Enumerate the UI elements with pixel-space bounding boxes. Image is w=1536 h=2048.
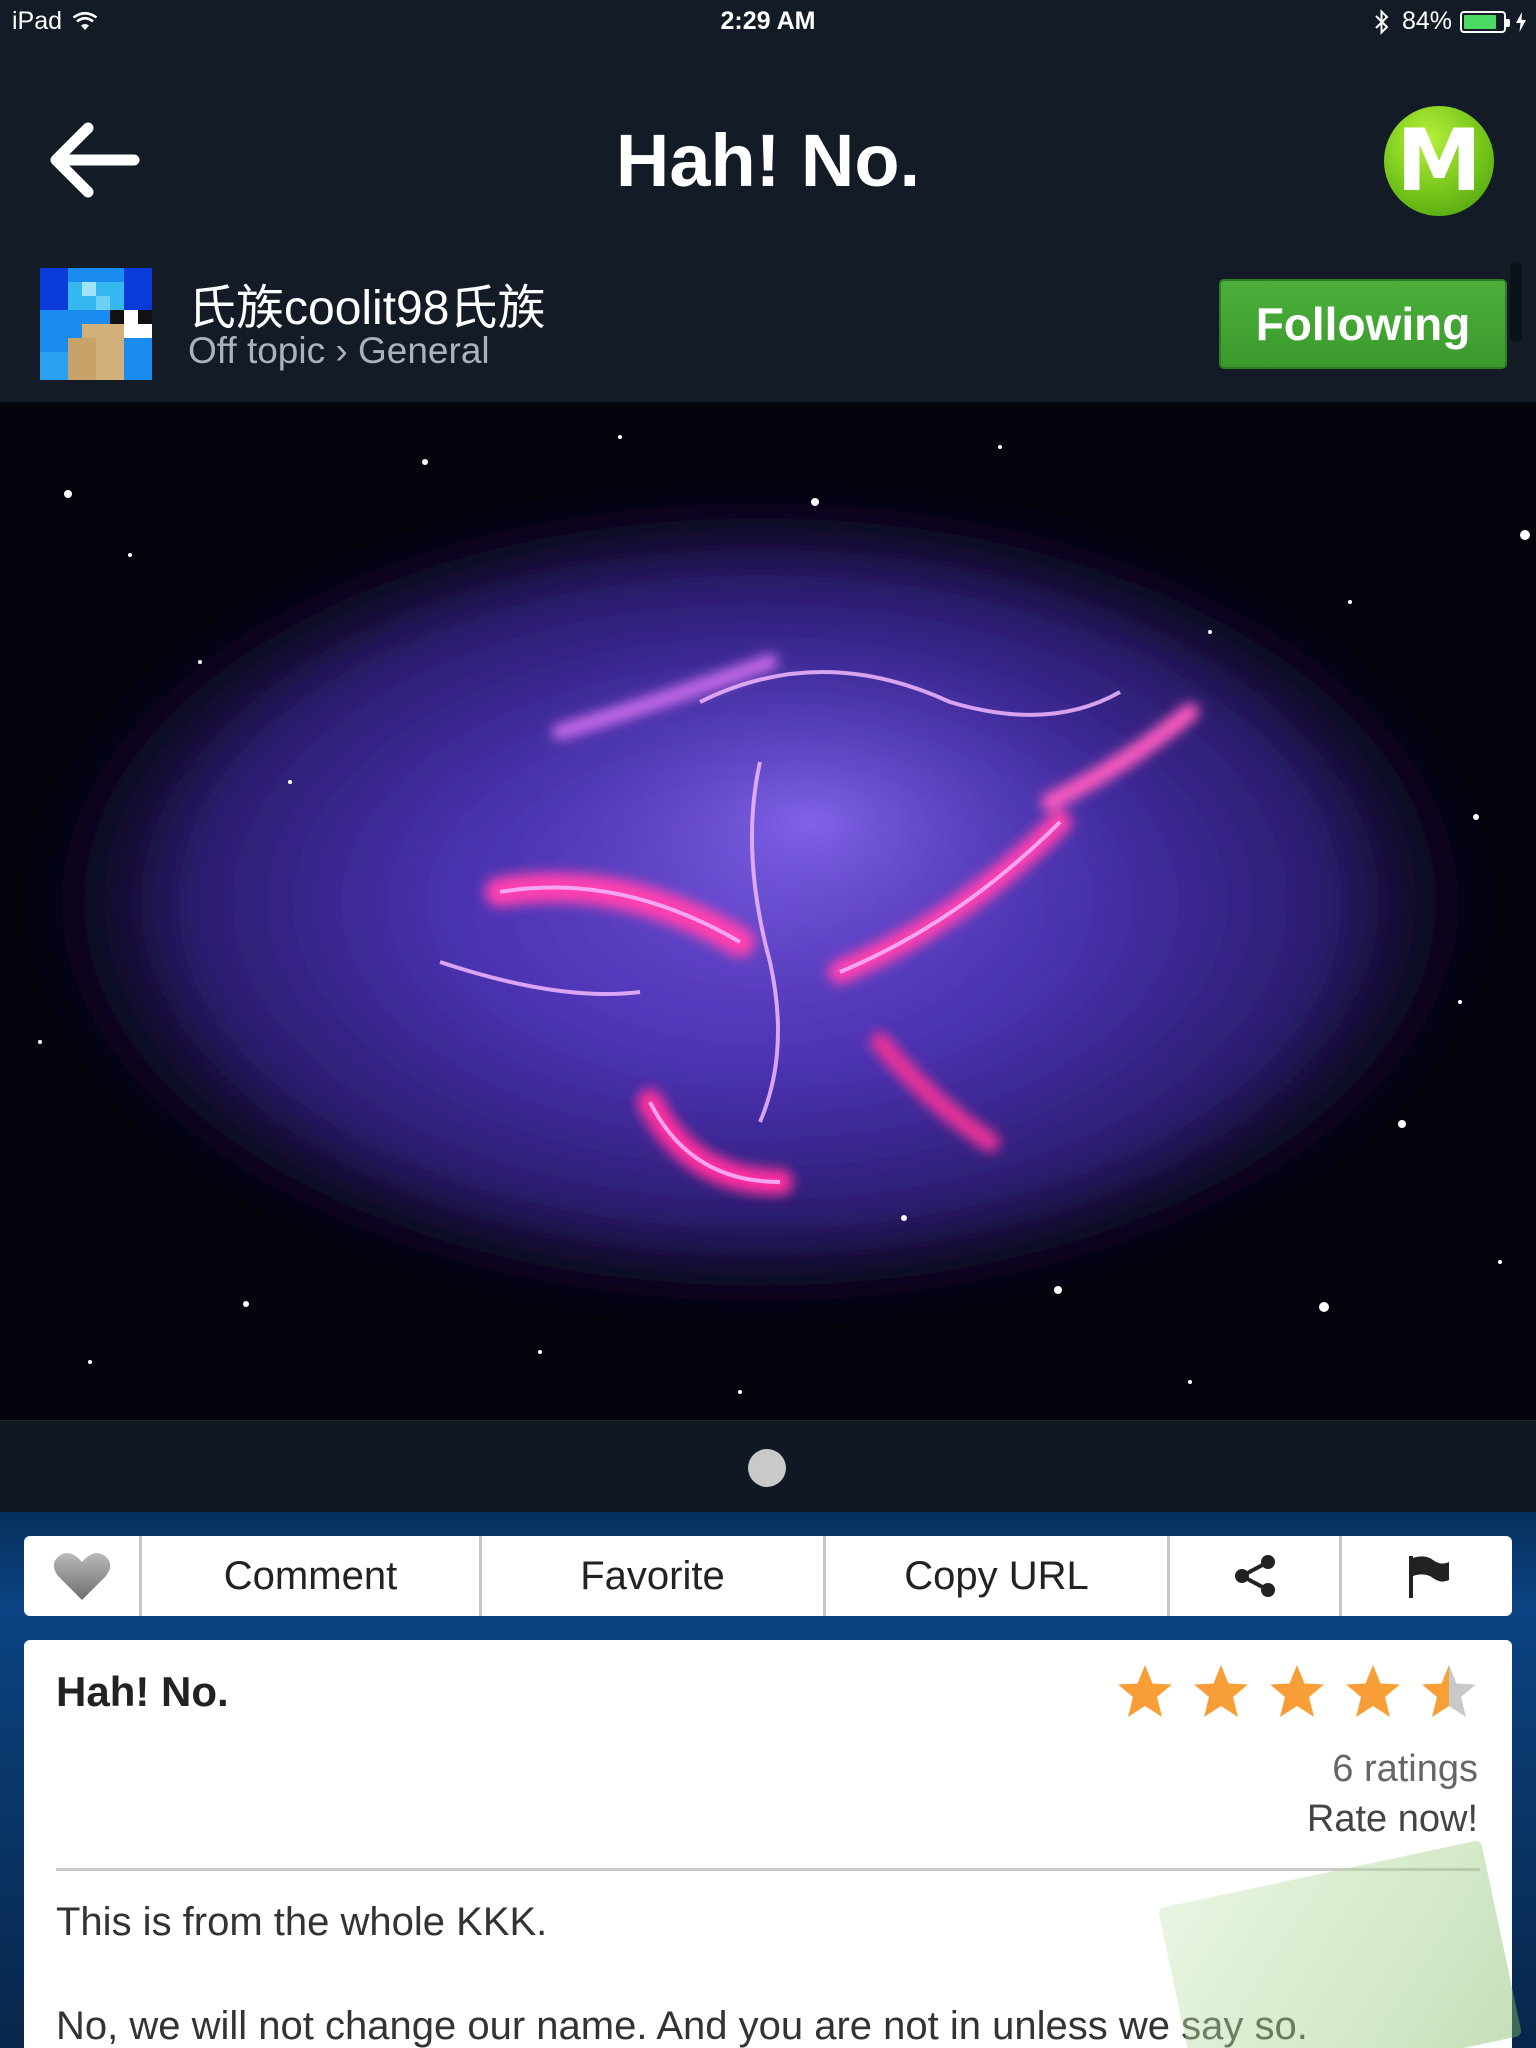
app-logo[interactable]: M	[1384, 106, 1494, 216]
star-icon[interactable]	[1114, 1662, 1176, 1724]
divider	[56, 1868, 1480, 1871]
star-icon[interactable]	[1190, 1662, 1252, 1724]
post-details: Comment Favorite Copy URL Hah! No. 6 rat…	[0, 1512, 1536, 2048]
image-pager	[0, 1420, 1536, 1512]
heart-icon	[53, 1553, 110, 1600]
star-icon[interactable]	[1266, 1662, 1328, 1724]
report-button[interactable]	[1342, 1536, 1512, 1616]
status-bar: iPad 2:29 AM 84%	[0, 0, 1536, 40]
star-icon[interactable]	[1418, 1662, 1480, 1724]
nebula-image	[0, 402, 1536, 1420]
post-image[interactable]	[0, 402, 1536, 1420]
ratings-count: 6 ratings	[1332, 1748, 1478, 1790]
comment-button[interactable]: Comment	[142, 1536, 482, 1616]
nav-bar: Hah! No. M	[0, 40, 1536, 250]
favorite-button[interactable]: Favorite	[482, 1536, 826, 1616]
avatar[interactable]	[40, 268, 152, 380]
post-title: Hah! No.	[56, 1668, 229, 1715]
copy-url-button[interactable]: Copy URL	[826, 1536, 1170, 1616]
share-icon	[1234, 1555, 1275, 1597]
battery-icon	[1460, 10, 1510, 33]
category-breadcrumb[interactable]: Off topic › General	[188, 330, 490, 372]
star-icon[interactable]	[1342, 1662, 1404, 1724]
like-button[interactable]	[24, 1536, 142, 1616]
flag-icon	[1409, 1556, 1449, 1598]
author-row: 氏族coolit98氏族 Off topic › General Followi…	[0, 250, 1536, 402]
rate-now-link[interactable]: Rate now!	[1307, 1798, 1478, 1841]
pager-dot-active[interactable]	[748, 1449, 786, 1487]
share-button[interactable]	[1170, 1536, 1342, 1616]
page-title: Hah! No.	[615, 119, 921, 202]
action-bar: Comment Favorite Copy URL	[24, 1536, 1512, 1616]
scrollbar[interactable]	[1510, 262, 1522, 342]
star-rating[interactable]	[1100, 1662, 1480, 1724]
following-button[interactable]: Following	[1219, 279, 1507, 369]
battery-percent: 84%	[1401, 7, 1452, 35]
battery-fill	[1464, 14, 1496, 29]
logo-letter: M	[1396, 111, 1482, 211]
bluetooth-icon	[1375, 8, 1389, 35]
username[interactable]: 氏族coolit98氏族	[188, 268, 545, 338]
status-time: 2:29 AM	[720, 7, 816, 35]
charging-icon	[1516, 11, 1526, 32]
status-right: 84%	[1374, 7, 1526, 36]
